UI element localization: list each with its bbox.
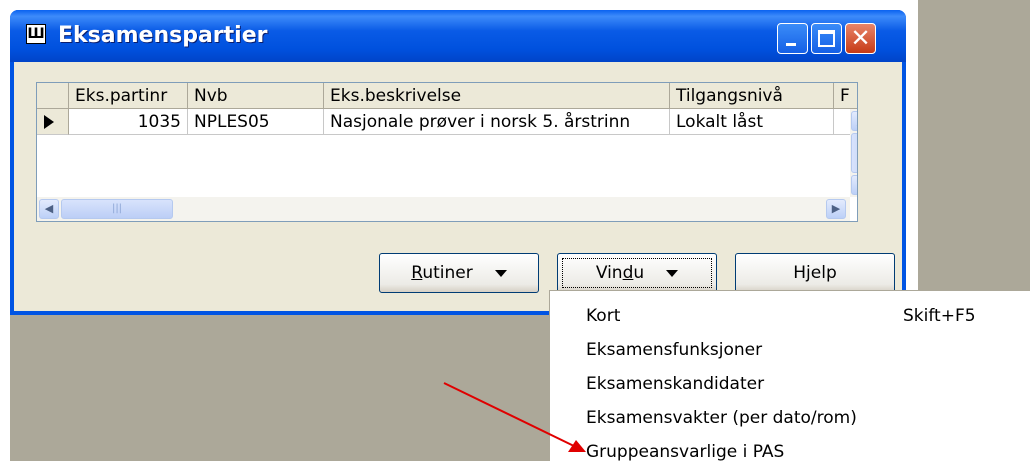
chevron-left-icon: ◀ — [44, 202, 54, 215]
column-header-beskrivelse[interactable]: Eks.beskrivelse — [324, 83, 670, 109]
close-icon: ✕ — [850, 24, 871, 52]
menu-item-kort[interactable]: Kort Skift+F5 — [550, 299, 1030, 333]
eksamenspartier-window: Ш Eksamenspartier ✕ Eks.partinr Nvb Eks.… — [10, 10, 906, 315]
hjelp-button[interactable]: Hjelp — [735, 253, 895, 293]
maximize-button[interactable] — [811, 23, 842, 54]
cell-partinr[interactable]: 1035 — [69, 109, 188, 135]
scroll-left-button[interactable]: ◀ — [39, 199, 59, 219]
vertical-scroll-thumb[interactable]: ≡ — [851, 133, 858, 173]
app-icon[interactable]: Ш — [26, 24, 46, 44]
menu-item-label: Gruppeansvarlige i PAS — [586, 442, 785, 462]
cell-tilgangsniva[interactable]: Lokalt låst — [670, 109, 834, 135]
grip-icon: ||| — [111, 203, 123, 214]
cell-beskrivelse[interactable]: Nasjonale prøver i norsk 5. årstrinn — [324, 109, 670, 135]
rutiner-label: Rutiner — [411, 263, 473, 283]
cell-nvb[interactable]: NPLES05 — [188, 109, 324, 135]
minimize-icon — [786, 43, 796, 46]
menu-item-label: Eksamensfunksjoner — [586, 340, 763, 360]
column-header-nvb[interactable]: Nvb — [188, 83, 324, 109]
hjelp-label: Hjelp — [793, 263, 837, 283]
minimize-button[interactable] — [777, 23, 808, 54]
focus-ring — [562, 258, 712, 288]
maximize-icon — [818, 30, 835, 47]
chevron-up-icon: ▲ — [857, 114, 858, 127]
exam-parties-grid[interactable]: Eks.partinr Nvb Eks.beskrivelse Tilgangs… — [36, 82, 858, 222]
horizontal-scroll-thumb[interactable]: ||| — [61, 199, 173, 219]
scroll-down-button[interactable]: ▼ — [851, 175, 858, 195]
menu-item-label: Kort — [586, 306, 621, 326]
row-indicator — [37, 109, 69, 135]
chevron-down-icon: ▼ — [857, 178, 858, 191]
dropdown-arrow-icon — [494, 269, 507, 277]
column-header-partinr[interactable]: Eks.partinr — [69, 83, 188, 109]
rutiner-button[interactable]: Rutiner — [379, 253, 539, 293]
grid-header-row: Eks.partinr Nvb Eks.beskrivelse Tilgangs… — [37, 83, 857, 109]
row-indicator-header — [37, 83, 69, 109]
menu-item-eksamensvakter[interactable]: Eksamensvakter (per dato/rom) — [550, 401, 1030, 435]
table-row[interactable]: 1035 NPLES05 Nasjonale prøver i norsk 5.… — [37, 109, 857, 135]
scroll-right-button[interactable]: ▶ — [826, 199, 846, 219]
vertical-scrollbar[interactable]: ▲ ≡ ▼ — [850, 109, 858, 197]
horizontal-scrollbar[interactable]: ◀ ||| ▶ — [37, 197, 850, 221]
menu-item-label: Eksamensvakter (per dato/rom) — [586, 408, 857, 428]
chevron-right-icon: ▶ — [831, 202, 841, 215]
menu-item-eksamenskandidater[interactable]: Eksamenskandidater — [550, 367, 1030, 401]
window-title: Eksamenspartier — [58, 23, 268, 48]
title-bar[interactable]: Ш Eksamenspartier ✕ — [10, 10, 906, 62]
grip-icon: ≡ — [857, 148, 858, 158]
vindu-button[interactable]: Vindu — [557, 253, 717, 293]
scroll-up-button[interactable]: ▲ — [851, 111, 858, 131]
menu-item-label: Eksamenskandidater — [586, 374, 765, 394]
menu-item-shortcut: Skift+F5 — [903, 306, 976, 326]
menu-item-eksamensfunksjoner[interactable]: Eksamensfunksjoner — [550, 333, 1030, 367]
close-button[interactable]: ✕ — [845, 23, 876, 54]
vindu-dropdown-menu: Kort Skift+F5 Eksamensfunksjoner Eksamen… — [549, 290, 1030, 462]
menu-item-gruppeansvarlige[interactable]: Gruppeansvarlige i PAS — [550, 435, 1030, 469]
window-client-area: Eks.partinr Nvb Eks.beskrivelse Tilgangs… — [14, 62, 902, 311]
column-header-tilgangsniva[interactable]: Tilgangsnivå — [670, 83, 834, 109]
column-header-f[interactable]: F — [834, 83, 857, 109]
current-row-pointer-icon — [44, 115, 54, 129]
